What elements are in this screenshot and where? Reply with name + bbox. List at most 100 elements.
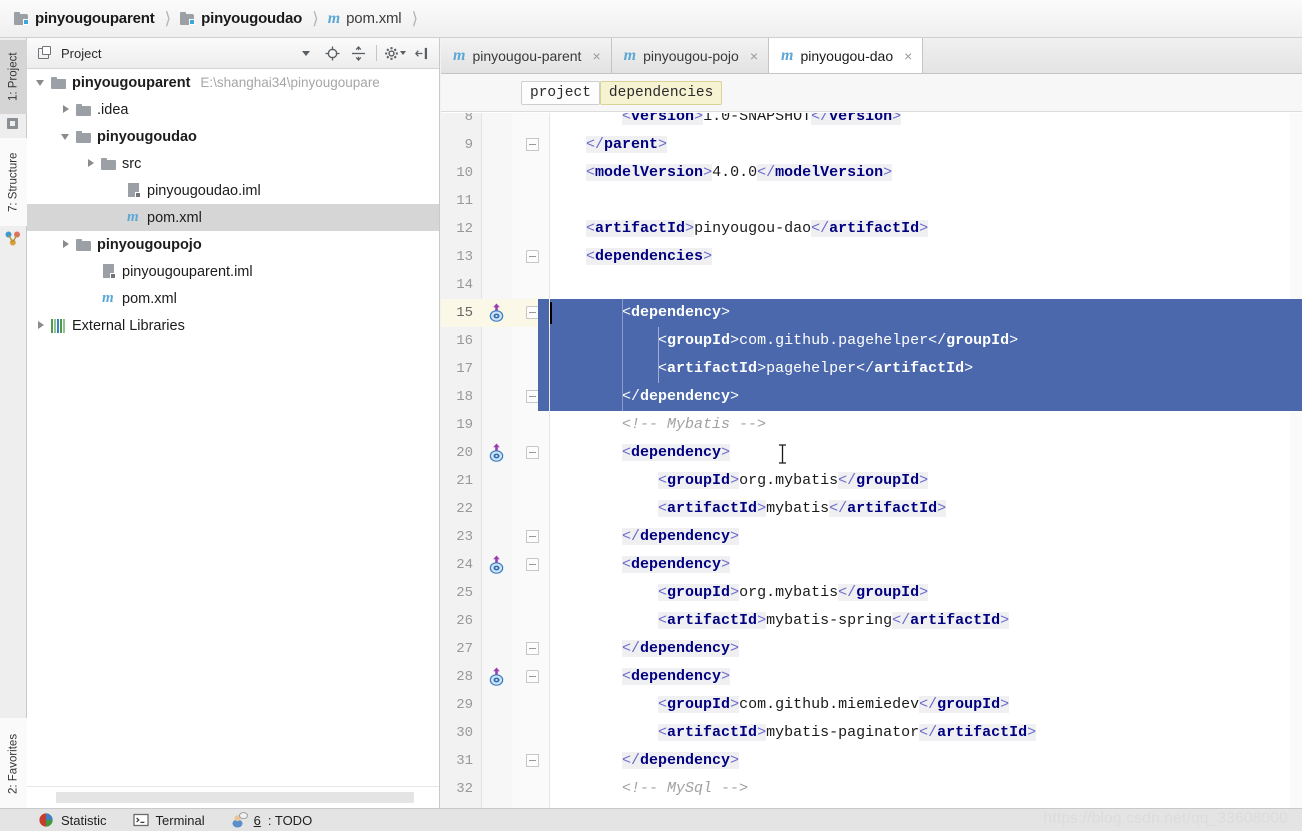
line-number: 27 [456,641,473,657]
maven-dependency-navigate-icon[interactable] [488,443,505,462]
fold-end-icon[interactable] [526,138,539,151]
code-line[interactable]: <version>1.0-SNAPSHOT</version> [550,113,1302,131]
code-editor[interactable]: 8 9 10 11 12 13 14 15 16 17 18 19 20 21 22 23 24 25 26 27 28… [441,113,1302,808]
code-line[interactable] [550,271,1302,299]
breadcrumb-item-pom-xml[interactable]: m pom.xml [328,0,402,38]
settings-gear-icon[interactable] [383,42,407,64]
code-line[interactable]: </dependency> [550,523,1302,551]
code-line[interactable]: <artifactId>pinyougou-dao</artifactId> [550,215,1302,243]
line-number: 26 [456,613,473,629]
code-line[interactable]: <groupId>org.mybatis</groupId> [550,579,1302,607]
code-line[interactable]: <groupId>com.github.miemiedev</groupId> [550,691,1302,719]
tab-pinyougou-pojo[interactable]: m pinyougou-pojo × [611,38,770,73]
fold-end-icon[interactable] [526,642,539,655]
tree-node-pom-xml-dao[interactable]: m pom.xml [27,204,439,231]
close-icon[interactable]: × [904,48,912,64]
code-line[interactable]: <dependency> [550,663,1302,691]
fold-collapse-icon[interactable] [526,670,539,683]
fold-end-icon[interactable] [526,530,539,543]
code-line[interactable]: </dependency> [550,747,1302,775]
code-line[interactable]: <artifactId>mybatis</artifactId> [550,495,1302,523]
editor-tab-bar: m pinyougou-parent × m pinyougou-pojo × … [441,38,1302,74]
mouse-text-cursor [778,444,787,464]
code-line[interactable]: <artifactId>pagehelper</artifactId> [550,355,1302,383]
tree-node-path: E:\shanghai34\pinyougoupare [200,75,380,90]
close-icon[interactable]: × [750,48,758,64]
status-item-statistic[interactable]: Statistic [38,812,107,828]
tree-node-pinyougoudao-iml[interactable]: pinyougoudao.iml [27,177,439,204]
line-number: 17 [456,361,473,377]
tree-node-pinyougouparent-iml[interactable]: pinyougouparent.iml [27,258,439,285]
breadcrumb-crumb-dependencies[interactable]: dependencies [599,80,723,105]
tree-node-pinyougouparent[interactable]: pinyougouparent E:\shanghai34\pinyougoup… [27,69,439,96]
code-line[interactable]: <dependency> [550,439,1302,467]
code-line[interactable]: <modelVersion>4.0.0</modelVersion> [550,159,1302,187]
chevron-down-icon[interactable] [60,130,73,143]
tree-node-pom-xml-parent[interactable]: m pom.xml [27,285,439,312]
tree-node-src[interactable]: src [27,150,439,177]
code-line[interactable]: <dependency> [550,299,1302,327]
tree-node-pinyougoudao[interactable]: pinyougoudao [27,123,439,150]
expand-collapse-icon[interactable] [346,42,370,64]
code-line[interactable]: <dependencies> [550,243,1302,271]
code-line[interactable] [550,187,1302,215]
tool-tab-label: 7: Structure [7,152,20,212]
breadcrumb-crumb-project[interactable]: project [521,80,600,105]
code-line[interactable]: <artifactId>mybatis-spring</artifactId> [550,607,1302,635]
code-line[interactable]: <!-- MySql --> [550,775,1302,803]
chevron-right-icon[interactable] [60,238,73,251]
status-item-terminal[interactable]: Terminal [132,812,205,828]
chevron-right-icon[interactable] [85,157,98,170]
view-mode-dropdown[interactable] [294,42,318,64]
chevron-right-icon[interactable] [60,103,73,116]
maven-dependency-navigate-icon[interactable] [488,303,505,322]
code-text-area[interactable]: <version>1.0-SNAPSHOT</version> </parent… [550,113,1302,808]
status-bar: Statistic Terminal 6: TODO https://blog.… [0,808,1302,831]
breadcrumb-item-pinyougouparent[interactable]: pinyougouparent [14,0,155,38]
editor-marker-strip[interactable] [1290,113,1302,808]
maven-dependency-navigate-icon[interactable] [488,667,505,686]
status-item-label: : TODO [267,812,313,828]
module-icon [180,12,196,25]
code-line[interactable]: </dependency> [550,635,1302,663]
sidebar-item-project[interactable]: 1: Project [0,40,27,114]
tree-node-external-libraries[interactable]: External Libraries [27,312,439,339]
sidebar-item-favorites[interactable]: 2: Favorites [0,718,27,810]
breadcrumb-label: pinyougouparent [35,10,155,27]
tree-node-label: External Libraries [72,317,185,334]
code-line[interactable]: <!-- Mybatis --> [550,411,1302,439]
chevron-right-icon[interactable] [35,319,48,332]
tab-pinyougou-parent[interactable]: m pinyougou-parent × [441,38,612,73]
tree-node-pinyougoupojo[interactable]: pinyougoupojo [27,231,439,258]
breadcrumb-label: pinyougoudao [201,10,303,27]
status-item-todo[interactable]: 6: TODO [231,812,313,828]
project-tree[interactable]: pinyougouparent E:\shanghai34\pinyougoup… [27,69,439,786]
chevron-down-icon[interactable] [35,76,48,89]
hide-panel-icon[interactable] [409,42,433,64]
code-line[interactable]: <artifactId>mybatis-paginator</artifactI… [550,719,1302,747]
module-icon [51,76,66,89]
line-number: 22 [456,501,473,517]
status-item-label: Terminal [155,812,205,828]
locate-target-icon[interactable] [320,42,344,64]
fold-collapse-icon[interactable] [526,250,539,263]
code-line[interactable]: </parent> [550,131,1302,159]
code-line[interactable]: <groupId>com.github.pagehelper</groupId> [550,327,1302,355]
code-line[interactable]: <dependency> [550,551,1302,579]
scrollbar-thumb[interactable] [56,792,414,803]
breadcrumb-item-pinyougoudao[interactable]: pinyougoudao [180,0,302,38]
code-line[interactable]: <groupId>org.mybatis</groupId> [550,467,1302,495]
line-number: 14 [456,277,473,293]
maven-dependency-navigate-icon[interactable] [488,555,505,574]
line-number: 21 [456,473,473,489]
sidebar-item-structure[interactable]: 7: Structure [0,138,27,226]
fold-collapse-icon[interactable] [526,446,539,459]
project-panel-horizontal-scrollbar[interactable] [27,786,439,808]
close-icon[interactable]: × [592,48,600,64]
fold-collapse-icon[interactable] [526,558,539,571]
tab-pinyougou-dao[interactable]: m pinyougou-dao × [769,38,924,73]
indent-guide [658,327,660,383]
code-line[interactable]: </dependency> [550,383,1302,411]
tree-node-idea[interactable]: .idea [27,96,439,123]
fold-end-icon[interactable] [526,754,539,767]
